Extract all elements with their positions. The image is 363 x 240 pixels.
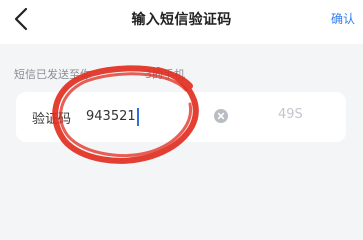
obscured-phone-number: 0 [91,68,145,81]
resend-countdown: 49S [278,107,303,122]
navigation-bar: 输入短信验证码 确认 [0,0,363,44]
confirm-button[interactable]: 确认 [331,10,355,27]
hint-prefix: 短信已发送至你 [14,68,91,81]
clear-circle-icon [217,112,225,120]
verification-code-input[interactable]: 943521 [86,106,206,128]
hint-suffix: 3的手机 [145,68,185,81]
verification-code-label: 验证码 [32,112,72,127]
verification-code-value: 943521 [86,109,136,124]
clear-input-button[interactable] [214,109,228,123]
verification-code-card: 验证码 943521 49S [16,92,346,142]
sms-sent-hint: 短信已发送至你03的手机 [14,66,185,82]
text-cursor [136,108,139,126]
page-title: 输入短信验证码 [131,12,232,28]
